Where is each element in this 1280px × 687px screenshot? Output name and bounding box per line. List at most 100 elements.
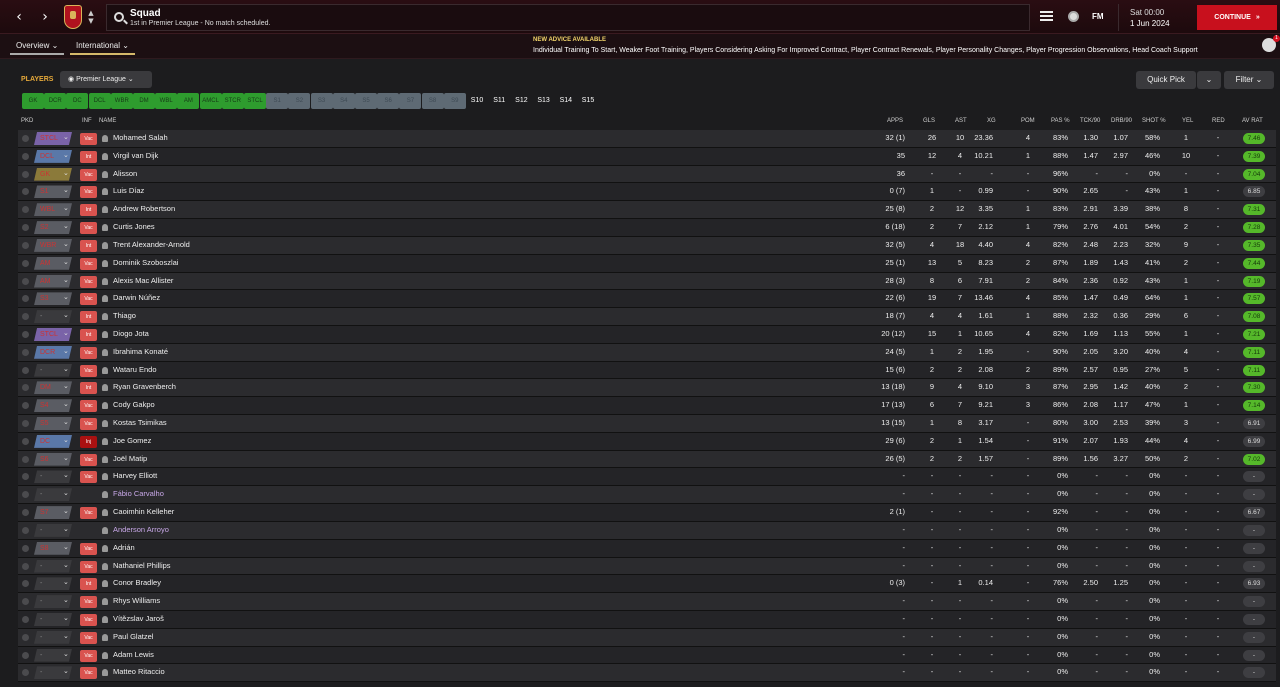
info-badge[interactable]: Vac (80, 542, 97, 555)
table-row[interactable]: AM ⌄ Vac Dominik Szoboszlai 25 (1) 13 5 8.23 2 87… (18, 254, 1276, 273)
table-row[interactable]: - ⌄ Int Conor Bradley 0 (3) -1 0.14-76% 2.50 1.2… (18, 575, 1276, 594)
position-chip-dc[interactable]: DC (66, 93, 89, 109)
position-chip-dcr[interactable]: DCR (44, 93, 67, 109)
info-badge[interactable]: Vac (80, 471, 97, 484)
col-shot[interactable]: SHOT % (1142, 118, 1166, 124)
chevron-down-icon[interactable]: ⌄ (63, 222, 69, 230)
player-name[interactable]: Alisson (113, 169, 137, 178)
col-inf[interactable]: INF (82, 118, 92, 124)
player-name[interactable]: Joe Gomez (113, 436, 151, 445)
pick-dot[interactable] (22, 491, 29, 499)
player-name[interactable]: Adrián (113, 543, 135, 552)
info-badge[interactable]: Vac (80, 560, 97, 573)
search-bar[interactable]: Squad 1st in Premier League - No match s… (106, 4, 1030, 31)
player-name[interactable]: Cody Gakpo (113, 400, 155, 409)
chevron-down-icon[interactable]: ⌄ (63, 382, 69, 390)
back-button[interactable]: ‹ (10, 8, 28, 26)
player-name[interactable]: Anderson Arroyo (113, 525, 169, 534)
player-name[interactable]: Alexis Mac Allister (113, 276, 173, 285)
player-name[interactable]: Matteo Ritaccio (113, 667, 165, 676)
info-badge[interactable]: Vac (80, 168, 97, 181)
chevron-down-icon[interactable]: ⌄ (63, 543, 69, 551)
position-chip-wbl[interactable]: WBL (155, 93, 178, 109)
pick-dot[interactable] (22, 420, 29, 427)
pick-dot[interactable] (22, 348, 29, 356)
info-badge[interactable]: Vac (80, 364, 97, 377)
info-badge[interactable]: Int (80, 328, 97, 341)
player-name[interactable]: Harvey Elliott (113, 471, 157, 480)
col-drb[interactable]: DRB/90 (1111, 118, 1132, 124)
pick-dot[interactable] (22, 224, 29, 232)
info-badge[interactable]: Int (80, 311, 97, 324)
table-row[interactable]: - ⌄ Anderson Arroyo - - - - -0% - -0% - - - (18, 521, 1276, 540)
pick-dot[interactable] (22, 188, 29, 196)
position-chip-s14[interactable]: S14 (555, 93, 577, 109)
chevron-down-icon[interactable]: ⌄ (63, 151, 69, 159)
search-icon[interactable] (114, 12, 124, 22)
position-chip-s4[interactable]: S4 (332, 93, 355, 109)
pick-dot[interactable] (22, 170, 29, 178)
info-badge[interactable]: Vac (80, 649, 97, 662)
pick-dot[interactable] (22, 295, 29, 303)
table-row[interactable]: DCL ⌄ Int Virgil van Dijk 35 12 4 10.21 1 88% 1.47… (18, 147, 1276, 166)
player-name[interactable]: Dominik Szoboszlai (113, 258, 178, 267)
chevron-down-icon[interactable]: ⌄ (63, 365, 69, 373)
position-chip-am[interactable]: AM (177, 93, 200, 109)
col-pkd[interactable]: PKD (21, 118, 33, 124)
table-row[interactable]: AM ⌄ Vac Alexis Mac Allister 28 (3) 8 6 7.91 2 84… (18, 272, 1276, 291)
pick-dot[interactable] (22, 330, 29, 338)
player-name[interactable]: Mohamed Salah (113, 133, 168, 142)
info-badge[interactable]: Vac (80, 257, 97, 270)
info-badge[interactable]: Vac (80, 346, 97, 359)
position-chip-gk[interactable]: GK (22, 93, 44, 109)
pick-dot[interactable] (22, 544, 29, 552)
player-name[interactable]: Ryan Gravenberch (113, 382, 176, 391)
player-name[interactable]: Diogo Jota (113, 329, 149, 338)
pick-dot[interactable] (22, 651, 29, 659)
chevron-down-icon[interactable]: ⌄ (63, 204, 69, 212)
chevron-down-icon[interactable]: ⌄ (63, 258, 69, 266)
chevron-down-icon[interactable]: ⌄ (63, 454, 69, 462)
chevron-down-icon[interactable]: ⌄ (63, 471, 69, 479)
player-name[interactable]: Curtis Jones (113, 222, 155, 231)
info-badge[interactable]: Vac (80, 596, 97, 609)
player-name[interactable]: Paul Glatzel (113, 632, 153, 641)
tab-international[interactable]: International ⌄ (70, 38, 135, 55)
globe-icon[interactable] (1068, 11, 1079, 22)
col-yel[interactable]: YEL (1182, 118, 1193, 124)
advice-text[interactable]: Individual Training To Start, Weaker Foo… (533, 47, 1198, 54)
player-name[interactable]: Trent Alexander-Arnold (113, 240, 190, 249)
player-name[interactable]: Wataru Endo (113, 365, 157, 374)
position-chip-s12[interactable]: S12 (510, 93, 532, 109)
position-chip-s6[interactable]: S6 (377, 93, 400, 109)
table-row[interactable]: WBL ⌄ Int Andrew Robertson 25 (8) 2 12 3.35 1 83%… (18, 201, 1276, 220)
player-name[interactable]: Joël Matip (113, 454, 147, 463)
info-badge[interactable]: Int (80, 382, 97, 395)
chevron-down-icon[interactable]: ⌄ (63, 578, 69, 586)
player-name[interactable]: Caoimhin Kelleher (113, 507, 174, 516)
player-name[interactable]: Vítězslav Jaroš (113, 614, 164, 623)
player-name[interactable]: Thiago (113, 311, 136, 320)
player-name[interactable]: Fábio Carvalho (113, 489, 164, 498)
col-pom[interactable]: POM (1021, 118, 1035, 124)
player-name[interactable]: Nathaniel Phillips (113, 561, 171, 570)
chevron-down-icon[interactable]: ⌄ (63, 293, 69, 301)
position-chip-s2[interactable]: S2 (288, 93, 311, 109)
position-chip-s10[interactable]: S10 (466, 93, 488, 109)
chevron-down-icon[interactable]: ⌄ (63, 525, 69, 533)
pick-dot[interactable] (22, 580, 29, 588)
info-badge[interactable]: Vac (80, 186, 97, 199)
info-badge[interactable]: Vac (80, 293, 97, 306)
pick-dot[interactable] (22, 509, 29, 517)
pick-dot[interactable] (22, 598, 29, 606)
info-badge[interactable]: Vac (80, 222, 97, 235)
info-badge[interactable]: Int (80, 578, 97, 591)
col-gls[interactable]: GLS (923, 118, 935, 124)
chevron-down-icon[interactable]: ⌄ (63, 596, 69, 604)
pick-dot[interactable] (22, 633, 29, 641)
position-chip-amcl[interactable]: AMCL (199, 93, 222, 109)
pick-dot[interactable] (22, 366, 29, 374)
info-badge[interactable]: Vac (80, 667, 97, 680)
pick-dot[interactable] (22, 562, 29, 570)
table-row[interactable]: S2 ⌄ Vac Curtis Jones 6 (18) 2 7 2.12 1 79% 2.76 4.… (18, 219, 1276, 237)
